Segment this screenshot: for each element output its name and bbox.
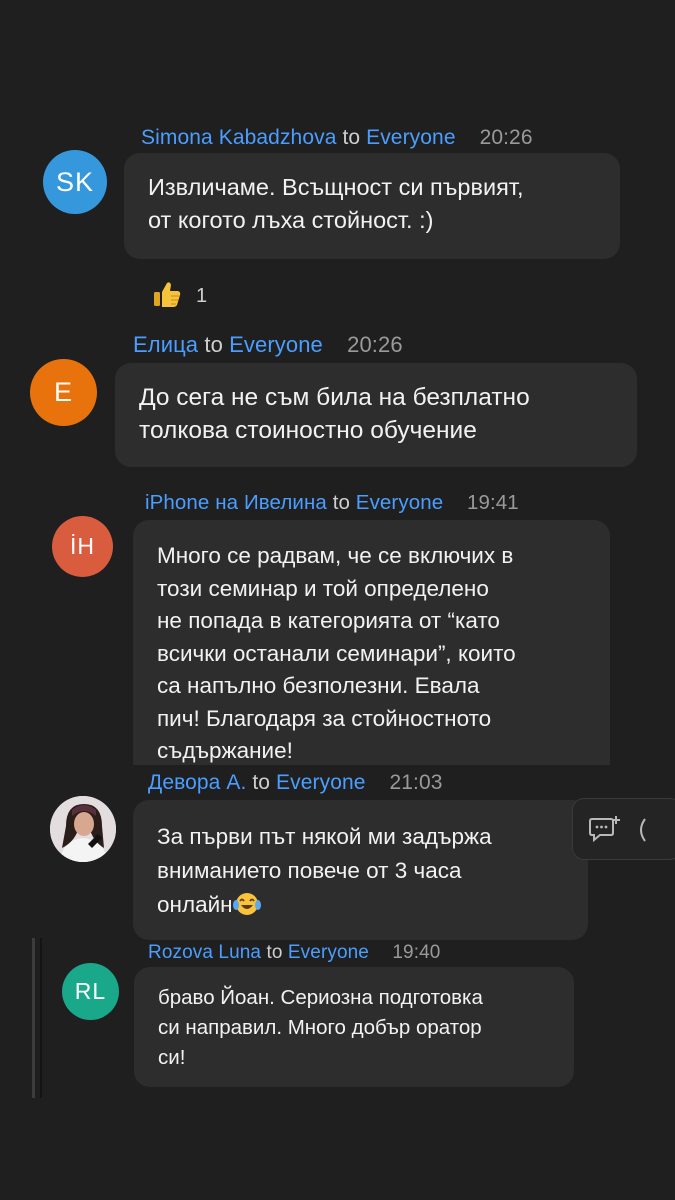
avatar[interactable]: RL — [62, 963, 119, 1020]
message-time: 20:26 — [479, 126, 533, 149]
recipient-name[interactable]: Everyone — [356, 491, 443, 514]
message-line: Извличаме. Всъщност си първият, — [148, 174, 524, 200]
reply-in-thread-icon[interactable] — [589, 815, 621, 850]
recipient-name[interactable]: Everyone — [229, 332, 323, 357]
sender-name[interactable]: iPhone на Ивелина — [145, 491, 327, 514]
message-time: 20:26 — [347, 332, 403, 357]
sender-name[interactable]: Елица — [133, 332, 198, 357]
message-bubble[interactable]: браво Йоан. Сериозна подготовка си напра… — [134, 967, 574, 1087]
recipient-name[interactable]: Everyone — [366, 126, 456, 149]
message-header: Девора А. to Everyone 21:03 — [148, 771, 443, 795]
message-line: всички останали семинари”, които — [157, 640, 516, 666]
message-line: от когото лъха стойност. :) — [148, 207, 434, 233]
message-header: Simona Kabadzhova to Everyone 20:26 — [141, 126, 533, 150]
avatar[interactable]: E — [30, 359, 97, 426]
avatar-initials: SK — [55, 166, 95, 197]
to-label: to — [266, 942, 283, 963]
thread-divider — [32, 938, 35, 1098]
avatar[interactable]: SK — [43, 150, 107, 214]
message-time: 19:41 — [467, 491, 519, 514]
message-line-with-emoji: онлайн — [157, 888, 568, 927]
to-label: to — [332, 491, 350, 514]
message-line: си! — [158, 1046, 186, 1069]
to-label: to — [252, 771, 271, 794]
message-hover-actions — [572, 798, 675, 860]
message-bubble[interactable]: До сега не съм била на безплатно толкова… — [115, 363, 637, 467]
message-line: съдържание! — [157, 738, 293, 763]
sender-name[interactable]: Rozova Luna — [148, 942, 261, 963]
message-line: вниманието повече от 3 часа — [157, 858, 462, 883]
message-line: пич! Благодаря за стойностното — [157, 705, 492, 731]
thumbs-up-icon — [152, 279, 182, 314]
message-line: За първи път някой ми задържа — [157, 824, 492, 849]
message-text: онлайн — [157, 892, 233, 917]
avatar-photo[interactable] — [50, 796, 116, 862]
sender-name[interactable]: Девора А. — [148, 771, 246, 794]
message-line: Много се радвам, че се включих в — [157, 543, 514, 568]
message-time: 21:03 — [389, 771, 443, 794]
message-header: Елица to Everyone 20:26 — [133, 332, 403, 358]
message-line: толкова стоиностно обучение — [139, 417, 477, 444]
message-line: браво Йоан. Сериозна подготовка — [158, 986, 483, 1009]
avatar[interactable]: İH — [52, 516, 113, 577]
thread-divider-shadow — [40, 938, 42, 1098]
message-time: 19:40 — [392, 942, 441, 963]
message-header: iPhone на Ивелина to Everyone 19:41 — [145, 491, 519, 515]
message-bubble[interactable]: Много се радвам, че се включих в този се… — [133, 520, 610, 765]
avatar-initials: RL — [74, 978, 107, 1004]
to-label: to — [204, 332, 223, 357]
reaction[interactable]: 1 — [152, 279, 207, 314]
message-line: си направил. Много добър оратор — [158, 1016, 482, 1039]
message-line: са напълно безполезни. Евала — [157, 673, 480, 698]
message-header: Rozova Luna to Everyone 19:40 — [148, 942, 440, 964]
message-line: този семинар и той определено — [157, 575, 489, 601]
avatar-initials: İH — [70, 533, 95, 559]
message-line: До сега не съм била на безплатно — [139, 384, 530, 411]
message-bubble[interactable]: Извличаме. Всъщност си първият, от когот… — [124, 153, 620, 259]
reaction-count: 1 — [196, 285, 208, 307]
avatar-initials: E — [53, 377, 73, 407]
more-icon[interactable] — [635, 815, 649, 850]
recipient-name[interactable]: Everyone — [288, 942, 369, 963]
to-label: to — [342, 126, 361, 149]
sender-name[interactable]: Simona Kabadzhova — [141, 126, 337, 149]
message-bubble[interactable]: За първи път някой ми задържа вниманието… — [133, 800, 588, 940]
recipient-name[interactable]: Everyone — [276, 771, 366, 794]
message-line: не попада в категорията от “като — [157, 608, 500, 633]
profile-photo-image — [50, 796, 116, 862]
tears-of-joy-emoji-icon — [232, 891, 261, 927]
